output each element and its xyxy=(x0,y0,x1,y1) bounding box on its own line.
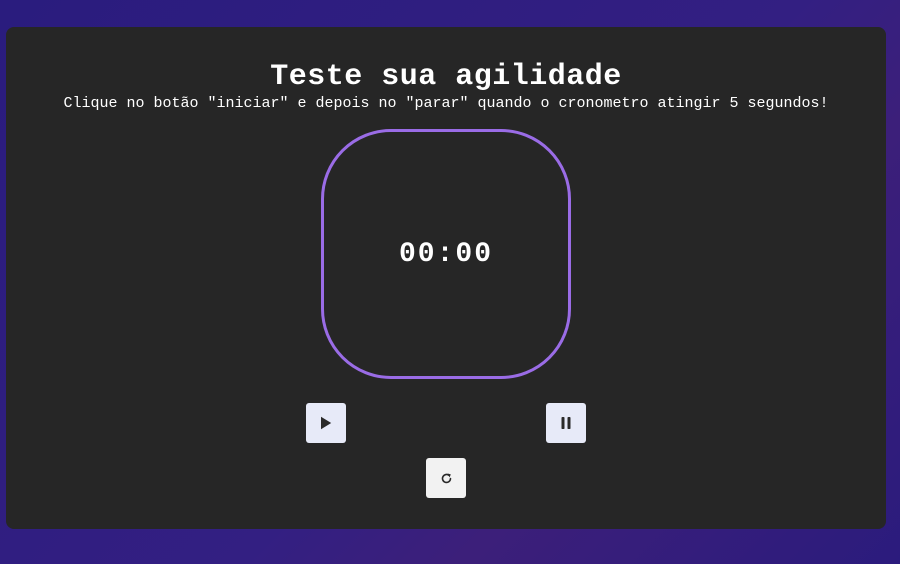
reset-button[interactable] xyxy=(426,458,466,498)
game-card: Teste sua agilidade Clique no botão "ini… xyxy=(6,27,886,529)
play-icon xyxy=(320,416,332,430)
start-button[interactable] xyxy=(306,403,346,443)
instructions-text: Clique no botão "iniciar" e depois no "p… xyxy=(63,95,829,112)
timer-display-box: 00:00 xyxy=(321,129,571,379)
reset-icon xyxy=(440,472,453,485)
pause-icon xyxy=(561,417,571,429)
stop-button[interactable] xyxy=(546,403,586,443)
timer-value: 00:00 xyxy=(398,238,493,270)
page-title: Teste sua agilidade xyxy=(270,60,622,94)
